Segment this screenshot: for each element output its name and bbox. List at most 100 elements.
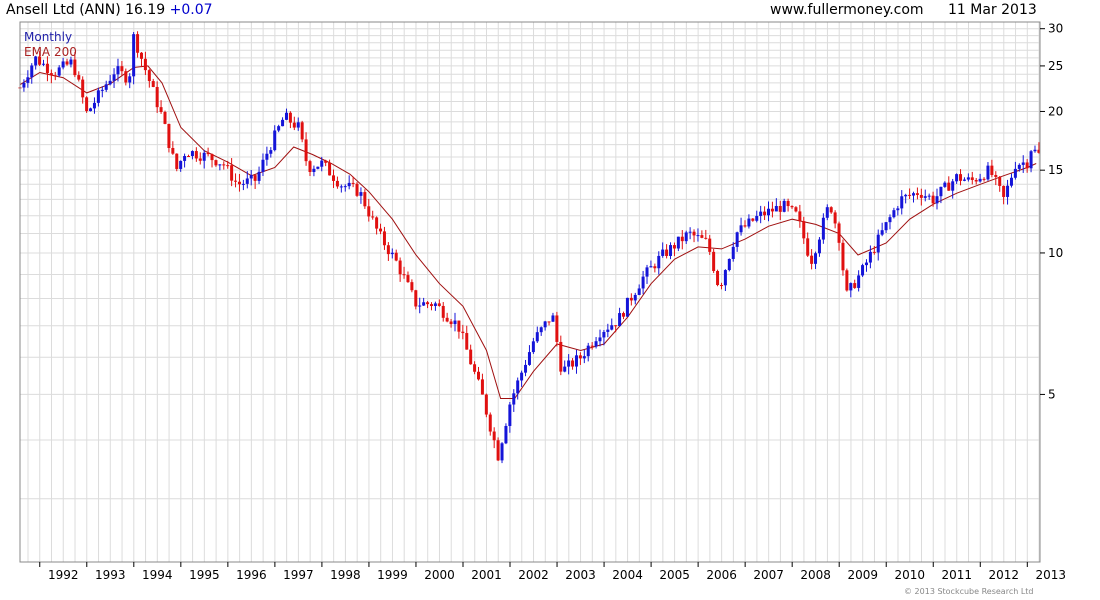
candle-down bbox=[908, 194, 912, 196]
candle-down bbox=[919, 194, 923, 198]
candle-up bbox=[390, 252, 394, 255]
x-tick-label: 2011 bbox=[941, 568, 972, 582]
candle-up bbox=[30, 65, 34, 78]
candle-down bbox=[198, 158, 202, 161]
candle-down bbox=[770, 208, 774, 212]
x-tick-label: 2007 bbox=[753, 568, 784, 582]
candle-down bbox=[382, 231, 386, 246]
y-axis: 5 10 15 20 25 30 bbox=[1040, 22, 1063, 401]
candle-up bbox=[1021, 162, 1025, 165]
candle-up bbox=[551, 315, 555, 322]
candle-up bbox=[747, 218, 751, 227]
candle-down bbox=[210, 154, 214, 161]
candle-down bbox=[187, 155, 191, 157]
plot-border bbox=[19, 21, 1041, 563]
candle-up bbox=[261, 159, 265, 172]
candle-up bbox=[582, 356, 586, 359]
candle-up bbox=[359, 192, 363, 196]
candle-up bbox=[269, 150, 273, 154]
candle-up bbox=[520, 372, 524, 381]
candle-down bbox=[351, 182, 355, 184]
x-tick-label: 1993 bbox=[95, 568, 126, 582]
candle-up bbox=[563, 366, 567, 372]
candle-up bbox=[1033, 149, 1037, 152]
candle-up bbox=[500, 443, 504, 461]
candle-down bbox=[226, 165, 230, 167]
candle-up bbox=[888, 217, 892, 223]
candle-up bbox=[108, 80, 112, 85]
candle-down bbox=[484, 394, 488, 415]
candle-down bbox=[469, 349, 473, 365]
candle-down bbox=[461, 331, 465, 334]
candle-up bbox=[951, 181, 955, 191]
candle-up bbox=[241, 183, 245, 185]
candle-up bbox=[422, 302, 426, 306]
candle-down bbox=[700, 235, 704, 238]
candle-up bbox=[684, 232, 688, 242]
candle-up bbox=[955, 174, 959, 182]
ema-line-group bbox=[19, 65, 1037, 399]
candle-down bbox=[171, 147, 175, 154]
candle-up bbox=[433, 303, 437, 307]
candle-down bbox=[492, 431, 496, 441]
candle-down bbox=[445, 317, 449, 322]
x-tick-label: 2013 bbox=[1036, 568, 1067, 582]
candle-up bbox=[183, 155, 187, 161]
candle-up bbox=[42, 63, 46, 65]
candle-up bbox=[923, 196, 927, 198]
candle-up bbox=[904, 194, 908, 197]
x-tick-label: 2002 bbox=[518, 568, 549, 582]
candle-up bbox=[61, 61, 65, 68]
candle-down bbox=[959, 174, 963, 181]
x-tick-label: 2005 bbox=[659, 568, 690, 582]
candle-up bbox=[312, 168, 316, 172]
candle-down bbox=[81, 79, 85, 98]
candle-up bbox=[281, 119, 285, 127]
candle-up bbox=[100, 89, 104, 91]
candle-up bbox=[277, 126, 281, 131]
candle-down bbox=[367, 206, 371, 217]
candle-up bbox=[759, 211, 763, 216]
candle-down bbox=[292, 122, 296, 128]
candle-up bbox=[535, 332, 539, 342]
candle-down bbox=[332, 175, 336, 181]
candle-up bbox=[26, 77, 30, 83]
candle-down bbox=[155, 86, 159, 108]
candle-down bbox=[429, 304, 433, 307]
candle-down bbox=[1025, 162, 1029, 169]
candle-down bbox=[578, 355, 582, 359]
candle-down bbox=[810, 255, 814, 264]
candle-down bbox=[363, 192, 367, 207]
candle-up bbox=[723, 270, 727, 286]
candle-up bbox=[1029, 151, 1033, 169]
candle-down bbox=[77, 75, 81, 80]
candle-up bbox=[821, 217, 825, 240]
candle-down bbox=[406, 275, 410, 283]
candle-up bbox=[132, 34, 136, 77]
candle-down bbox=[136, 34, 140, 53]
candle-down bbox=[437, 303, 441, 306]
candle-down bbox=[457, 320, 461, 332]
ema-200-line bbox=[19, 65, 1037, 399]
candle-down bbox=[49, 73, 53, 76]
candle-up bbox=[343, 186, 347, 188]
candle-up bbox=[539, 327, 543, 333]
candle-down bbox=[410, 282, 414, 291]
candle-down bbox=[85, 97, 89, 112]
candle-down bbox=[672, 245, 676, 249]
x-tick-label: 1992 bbox=[48, 568, 79, 582]
candle-up bbox=[637, 288, 641, 295]
candle-up bbox=[935, 196, 939, 204]
candle-down bbox=[990, 165, 994, 176]
candle-up bbox=[610, 325, 614, 330]
candle-down bbox=[65, 61, 69, 65]
candle-down bbox=[73, 59, 77, 76]
x-tick-label: 1999 bbox=[377, 568, 408, 582]
x-tick-label: 2008 bbox=[800, 568, 831, 582]
candle-down bbox=[328, 162, 332, 176]
candle-up bbox=[814, 253, 818, 264]
candle-down bbox=[230, 165, 234, 181]
candle-down bbox=[806, 238, 810, 256]
candle-down bbox=[398, 260, 402, 275]
candle-down bbox=[234, 180, 238, 182]
